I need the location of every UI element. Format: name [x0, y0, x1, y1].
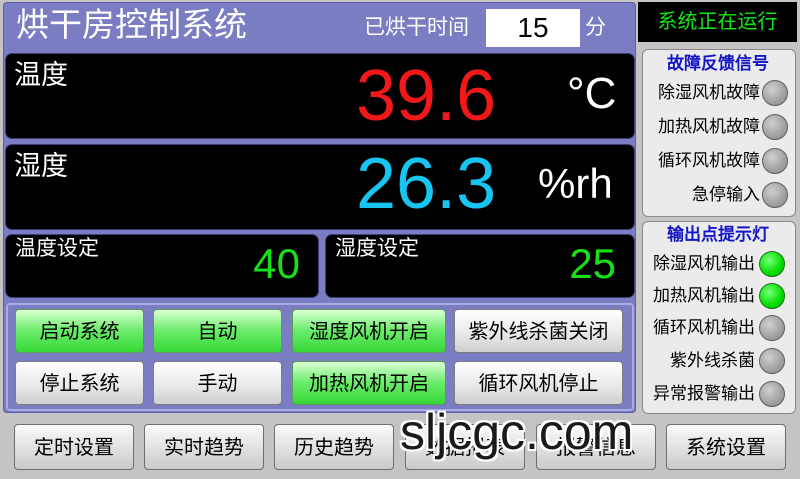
nav-data-report-button[interactable]: 数据报表: [405, 424, 525, 470]
fault-label: 除湿风机故障: [658, 83, 760, 102]
temperature-value: 39.6: [356, 56, 497, 136]
output-lamp-icon: [759, 381, 785, 407]
output-lamp-icon: [759, 348, 785, 374]
humidity-setpoint-input[interactable]: 25: [516, 241, 616, 287]
nav-alarm-info-button[interactable]: 报警信息: [536, 424, 656, 470]
fault-panel-title: 故障反馈信号: [667, 54, 769, 73]
dry-time-value: 15: [486, 9, 580, 47]
output-label: 紫外线杀菌: [670, 351, 755, 370]
dry-time-unit: 分: [585, 16, 606, 39]
fault-lamp-icon: [762, 114, 788, 140]
heating-fan-on-button[interactable]: 加热风机开启: [292, 361, 446, 405]
output-label: 除湿风机输出: [653, 254, 755, 273]
start-system-button[interactable]: 启动系统: [15, 309, 144, 353]
temperature-display: [6, 54, 634, 138]
nav-history-trend-button[interactable]: 历史趋势: [274, 424, 394, 470]
humidity-setpoint-label: 湿度设定: [335, 237, 419, 260]
dry-time-label: 已烘干时间: [364, 16, 469, 39]
output-lamp-icon: [759, 315, 785, 341]
nav-timer-settings-button[interactable]: 定时设置: [14, 424, 134, 470]
dehumidify-fan-on-button[interactable]: 湿度风机开启: [292, 309, 446, 353]
fault-lamp-icon: [762, 80, 788, 106]
nav-realtime-trend-button[interactable]: 实时趋势: [144, 424, 264, 470]
system-status: 系统正在运行: [638, 2, 797, 42]
humidity-unit: %rh: [538, 160, 613, 207]
fault-label: 急停输入: [692, 185, 760, 204]
output-panel-title: 输出点提示灯: [667, 225, 769, 244]
humidity-value: 26.3: [356, 144, 497, 224]
humidity-label: 湿度: [14, 151, 68, 181]
fault-lamp-icon: [762, 148, 788, 174]
output-lamp-icon: [759, 283, 785, 309]
fault-label: 循环风机故障: [658, 151, 760, 170]
temperature-setpoint-label: 温度设定: [15, 237, 99, 260]
output-label: 加热风机输出: [653, 286, 755, 305]
temperature-unit: °C: [567, 69, 617, 118]
output-label: 异常报警输出: [653, 384, 755, 403]
hmi-screen: 烘干房控制系统 已烘干时间 15 分 温度 39.6 °C 湿度 26.3 %r…: [0, 0, 800, 479]
output-label: 循环风机输出: [653, 318, 755, 337]
manual-mode-button[interactable]: 手动: [153, 361, 282, 405]
fault-lamp-icon: [762, 182, 788, 208]
page-title: 烘干房控制系统: [16, 6, 247, 43]
temperature-label: 温度: [14, 60, 68, 90]
nav-system-settings-button[interactable]: 系统设置: [666, 424, 786, 470]
circulation-fan-stop-button[interactable]: 循环风机停止: [454, 361, 623, 405]
fault-label: 加热风机故障: [658, 117, 760, 136]
output-lamp-icon: [759, 251, 785, 277]
uv-sterilize-off-button[interactable]: 紫外线杀菌关闭: [454, 309, 623, 353]
temperature-setpoint-input[interactable]: 40: [200, 241, 300, 287]
auto-mode-button[interactable]: 自动: [153, 309, 282, 353]
stop-system-button[interactable]: 停止系统: [15, 361, 144, 405]
